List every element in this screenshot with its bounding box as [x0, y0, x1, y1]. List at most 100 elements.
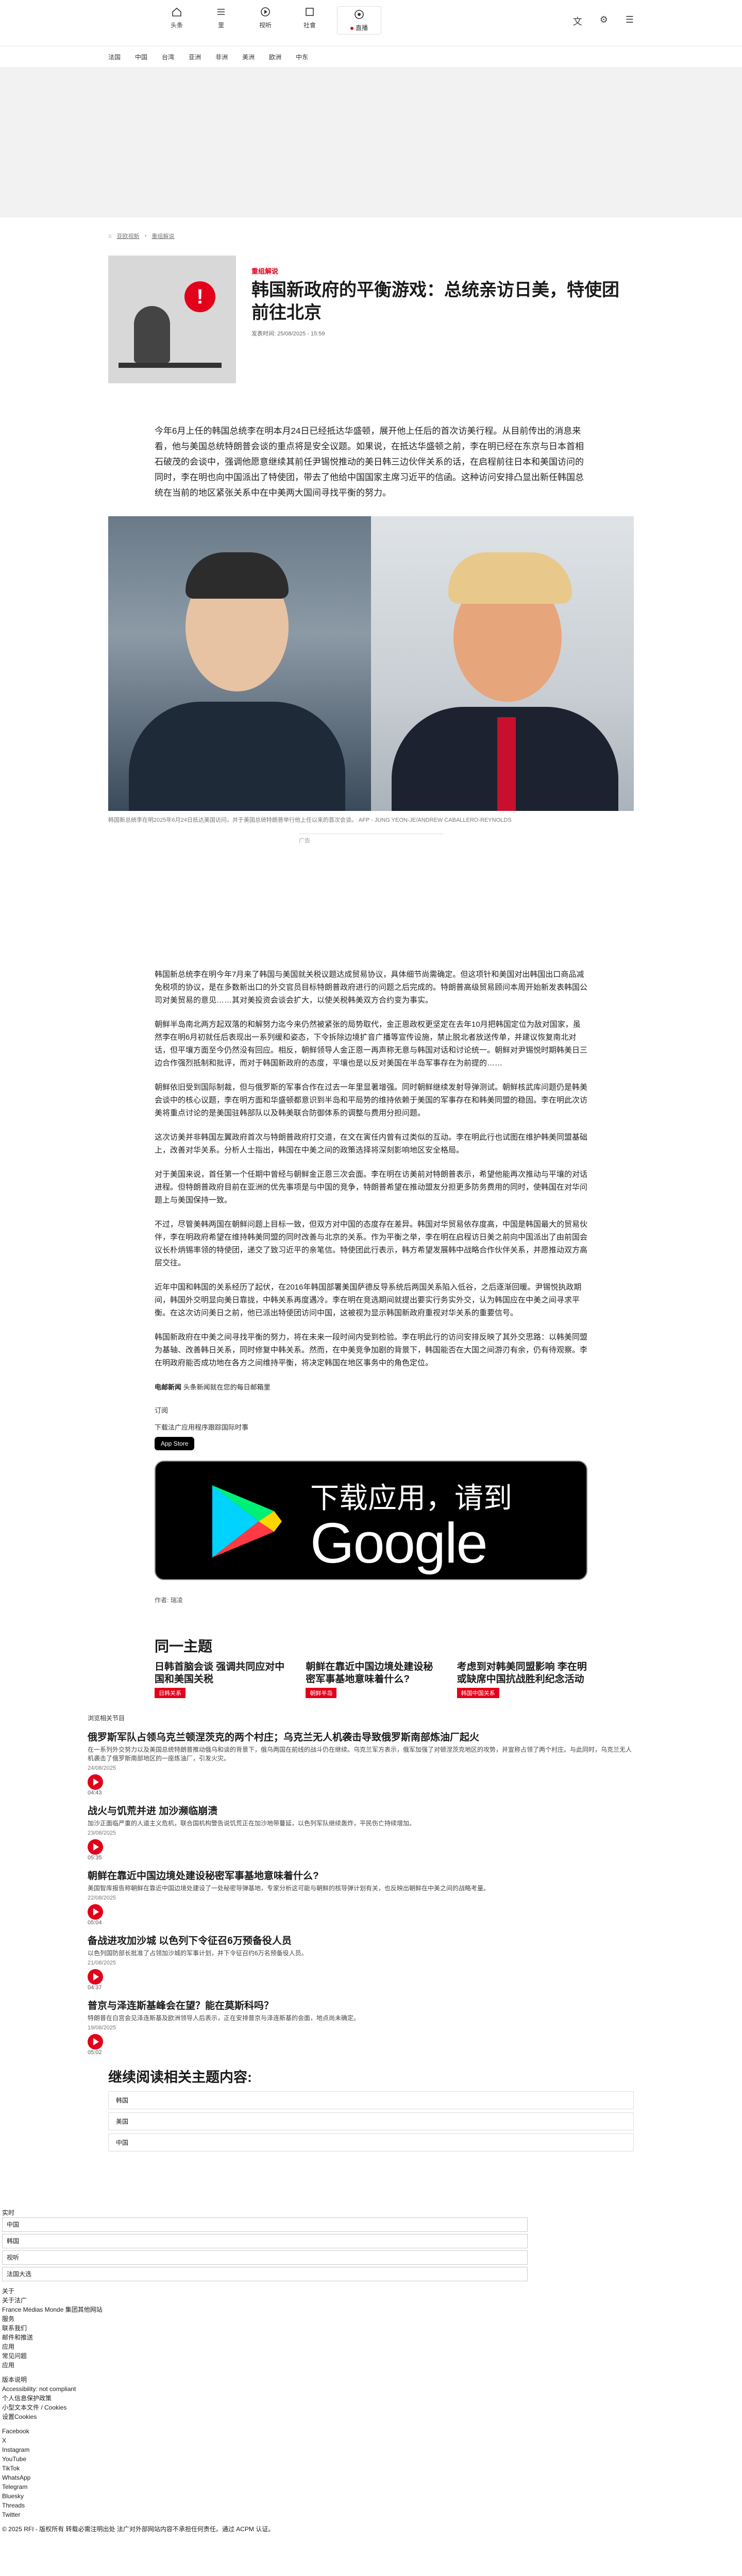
- subscribe-link[interactable]: 订阅: [155, 1405, 587, 1415]
- google-play-banner[interactable]: 下载应用，请到 Google Play: [155, 1461, 587, 1640]
- play-icon[interactable]: [88, 1904, 103, 1920]
- social-link[interactable]: YouTube: [2, 2454, 742, 2464]
- author-name[interactable]: 瑞凌: [171, 1597, 183, 1604]
- photo-right-portrait: [371, 516, 634, 811]
- home-icon: [172, 7, 181, 16]
- settings-icon[interactable]: ⚙: [600, 14, 608, 28]
- breadcrumb-link[interactable]: 亚欧视新: [117, 232, 140, 240]
- list-icon: [217, 9, 225, 15]
- app-prompt: 下载法广应用程序跟踪国际时事: [155, 1423, 249, 1431]
- footer-link[interactable]: 常见问题: [2, 2351, 742, 2361]
- social-link[interactable]: Telegram: [2, 2482, 742, 2492]
- footer-link[interactable]: 服务: [2, 2314, 742, 2324]
- nav-item-headlines[interactable]: 头条: [155, 6, 199, 35]
- app-store-badge[interactable]: App Store: [155, 1437, 195, 1450]
- podcast-label: 浏览相关节目: [88, 1715, 125, 1722]
- nav-item-media[interactable]: 视听: [243, 6, 288, 35]
- nav-item-live[interactable]: 直播: [337, 6, 381, 35]
- footer-link[interactable]: France Médias Monde 集团其他网站: [2, 2305, 742, 2314]
- footer-link[interactable]: 关于: [2, 2286, 742, 2296]
- sub-nav: 法国 中国 台湾 亚洲 非洲 美洲 欧洲 中东: [0, 46, 742, 68]
- legal-link[interactable]: 小型文本文件 / Cookies: [2, 2403, 742, 2412]
- article-lead: 今年6月上任的韩国总统李在明本月24日已经抵达华盛顿，展开他上任后的首次访美行程…: [155, 426, 584, 498]
- header-tools: 文 ⚙ ☰: [573, 14, 634, 28]
- paragraph: 不过，尽管美韩两国在朝鲜问题上目标一致，但双方对中国的态度存在差异。韩国对华贸易…: [155, 1220, 588, 1267]
- nav-label: 视听: [259, 22, 272, 29]
- subnav-item[interactable]: 非洲: [215, 53, 228, 61]
- podcast-item[interactable]: 普京与泽连斯基峰会在望？能在莫斯科吗？ 特朗普在白宫会见泽连斯基及欧洲领导人后表…: [88, 1998, 634, 2056]
- subnav-item[interactable]: 中国: [135, 53, 147, 61]
- topic-link[interactable]: 美国: [108, 2112, 634, 2130]
- related-card[interactable]: 朝鲜在靠近中国边境处建设秘密军事基地意味着什么? 朝鲜半岛: [306, 1661, 436, 1698]
- nav-item-society[interactable]: 社會: [288, 6, 332, 35]
- nav-label: 头条: [170, 22, 183, 29]
- footer-list-item[interactable]: 中国: [2, 2217, 528, 2232]
- podcast-item[interactable]: 战火与饥荒并进 加沙濒临崩溃 加沙正面临严重的人道主义危机，联合国机构警告说饥荒…: [88, 1803, 634, 1861]
- paragraph: 这次访美并非韩国左翼政府首次与特朗普政府打交道，在文在寅任内曾有过类似的互动。李…: [155, 1133, 588, 1155]
- play-icon[interactable]: [88, 2034, 103, 2049]
- play-icon[interactable]: [88, 1969, 103, 1985]
- footer-link[interactable]: 关于法广: [2, 2296, 742, 2305]
- newsletter-brand[interactable]: 电邮新闻: [155, 1383, 181, 1391]
- subnav-item[interactable]: 美洲: [242, 53, 255, 61]
- social-link[interactable]: Twitter: [2, 2510, 742, 2519]
- related-tag[interactable]: 韩国中国关系: [457, 1688, 499, 1698]
- related-card[interactable]: 日韩首脑会谈 强调共同应对中国和美国关税 日韩关系: [155, 1661, 285, 1698]
- play-icon[interactable]: [88, 1839, 103, 1855]
- google-play-icon: [212, 1485, 282, 1557]
- nav-label: 直播: [355, 24, 368, 31]
- footer-link[interactable]: 应用: [2, 2342, 742, 2351]
- photo-left-portrait: [108, 516, 371, 811]
- subnav-item[interactable]: 亚洲: [189, 53, 201, 61]
- legal-link[interactable]: Accessibility: not compliant: [2, 2384, 742, 2394]
- article-container: ⌂ 亚欧视新 › 重组解说 ! 重组解说 韩国新政府的平衡游戏：总统亲访日美，特…: [108, 217, 634, 968]
- kicker[interactable]: 重组解说: [251, 266, 634, 276]
- social-link[interactable]: WhatsApp: [2, 2473, 742, 2482]
- topic-link[interactable]: 韩国: [108, 2091, 634, 2109]
- home-icon[interactable]: ⌂: [108, 233, 112, 239]
- legal-link[interactable]: 版本说明: [2, 2375, 742, 2384]
- footer-list-item[interactable]: 韩国: [2, 2234, 528, 2248]
- related-card[interactable]: 考虑到对韩美同盟影响 李在明或缺席中国抗战胜利纪念活动 韩国中国关系: [457, 1661, 587, 1698]
- translate-icon[interactable]: 文: [573, 14, 582, 28]
- paragraph: 对于美国来说，首任第一个任期中曾经与朝鲜金正恩三次会面。李在明在访美前对特朗普表…: [155, 1170, 588, 1205]
- social-link[interactable]: TikTok: [2, 2464, 742, 2473]
- publish-info: 发表时间: 25/08/2025 - 15:59: [251, 331, 325, 337]
- publish-date: 25/08/2025 - 15:59: [277, 331, 325, 337]
- social-link[interactable]: Facebook: [2, 2427, 742, 2436]
- footer-link[interactable]: 联系我们: [2, 2324, 742, 2333]
- live-radio-icon: [355, 10, 364, 19]
- article-header: ! 重组解说 韩国新政府的平衡游戏：总统亲访日美，特使团前往北京 发表时间: 2…: [108, 256, 634, 383]
- legal-link[interactable]: 设置Cookies: [2, 2412, 742, 2421]
- nav-item-sections[interactable]: 里: [199, 6, 243, 35]
- menu-icon[interactable]: ☰: [626, 14, 634, 28]
- program-thumbnail: !: [108, 256, 236, 383]
- article-body: 韩国新总统李在明今年7月来了韩国与美国就关税议题达成贸易协议，具体细节尚需确定。…: [155, 968, 587, 1450]
- podcast-item[interactable]: 俄罗斯军队占领乌克兰顿涅茨克的两个村庄；乌克兰无人机袭击导致俄罗斯南部炼油厂起火…: [88, 1730, 634, 1796]
- subnav-item[interactable]: 欧洲: [269, 53, 281, 61]
- footer-link[interactable]: 应用: [2, 2361, 742, 2370]
- newsletter-promo: 电邮新闻 头条新闻就在您的每日邮箱里: [155, 1383, 271, 1391]
- footer-list-item[interactable]: 法国大选: [2, 2267, 528, 2281]
- social-link[interactable]: Bluesky: [2, 2492, 742, 2501]
- breadcrumb-link[interactable]: 重组解说: [151, 232, 174, 240]
- footer-list-item[interactable]: 视听: [2, 2250, 528, 2265]
- social-link[interactable]: Instagram: [2, 2445, 742, 2454]
- podcast-item[interactable]: 备战进攻加沙城 以色列下令征召6万预备役人员 以色列国防部长批准了占领加沙城的军…: [88, 1933, 634, 1991]
- footer-link[interactable]: 邮件和推送: [2, 2333, 742, 2342]
- related-tag[interactable]: 日韩关系: [155, 1688, 185, 1698]
- social-link[interactable]: X: [2, 2436, 742, 2445]
- photo-caption: 韩国新总统李在明2025年6月24日抵达美国访问，并于美国总统特朗普举行他上任以…: [108, 817, 512, 823]
- podcast-item[interactable]: 朝鲜在靠近中国边境处建设秘密军事基地意味着什么? 美国智库报告称朝鲜在靠近中国边…: [88, 1868, 634, 1926]
- paragraph: 朝鲜半岛南北两方起双落的和解努力迄今来仍然被紧张的局势取代，金正恩政权更坚定在去…: [155, 1020, 588, 1067]
- subnav-item[interactable]: 中东: [296, 53, 308, 61]
- legal-link[interactable]: 个人信息保护政策: [2, 2394, 742, 2403]
- nav-label: 里: [217, 22, 224, 29]
- subnav-item[interactable]: 台湾: [162, 53, 174, 61]
- subnav-item[interactable]: 法国: [108, 53, 121, 61]
- play-icon[interactable]: [88, 1774, 103, 1790]
- social-link[interactable]: Threads: [2, 2501, 742, 2510]
- desk-illustration: [119, 363, 222, 368]
- related-tag[interactable]: 朝鲜半岛: [306, 1688, 337, 1698]
- topic-link[interactable]: 中国: [108, 2133, 634, 2151]
